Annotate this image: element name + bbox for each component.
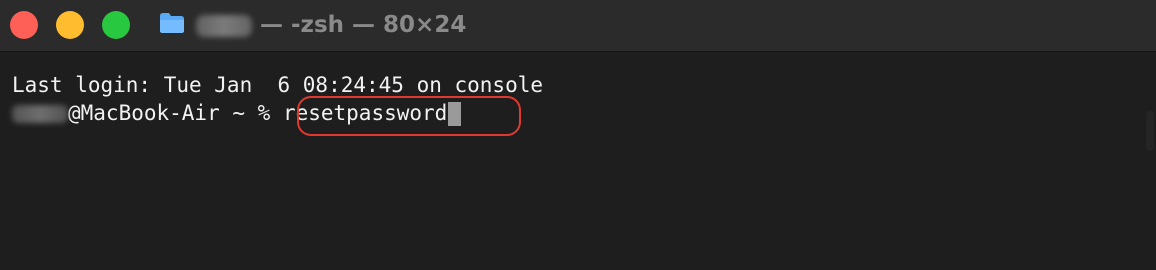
vertical-scrollbar[interactable] <box>1146 111 1154 151</box>
minimize-button[interactable] <box>56 11 84 39</box>
title-shell: -zsh <box>291 12 345 38</box>
close-button[interactable] <box>10 11 38 39</box>
last-login-line: Last login: Tue Jan 6 08:24:45 on consol… <box>12 73 544 97</box>
title-separator-2: — <box>352 12 376 38</box>
prompt-host: @MacBook-Air ~ % <box>68 101 283 125</box>
title-separator-1: — <box>260 12 283 38</box>
folder-icon <box>160 13 184 33</box>
terminal-content[interactable]: Last login: Tue Jan 6 08:24:45 on consol… <box>0 53 1156 270</box>
window-title: — -zsh — 80×24 <box>196 8 466 42</box>
title-bar[interactable]: — -zsh — 80×24 <box>0 0 1156 52</box>
terminal-window: — -zsh — 80×24 Last login: Tue Jan 6 08:… <box>0 0 1156 270</box>
title-size: 80×24 <box>383 12 467 38</box>
command-highlight-outline <box>297 96 521 136</box>
blurred-prompt-username <box>12 105 68 123</box>
zoom-button[interactable] <box>102 11 130 39</box>
blurred-username <box>196 14 252 37</box>
